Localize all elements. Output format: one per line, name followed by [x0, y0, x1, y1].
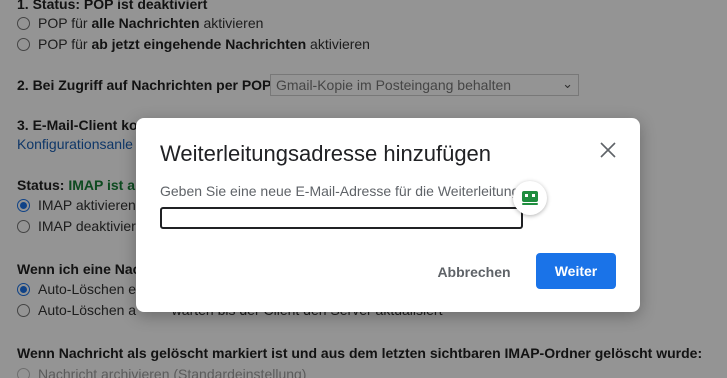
- email-field-label: Geben Sie eine neue E-Mail-Adresse für d…: [160, 183, 543, 199]
- password-manager-icon: [522, 191, 538, 205]
- next-button[interactable]: Weiter: [536, 253, 616, 289]
- dialog-title: Weiterleitungsadresse hinzufügen: [160, 141, 492, 166]
- close-button[interactable]: [596, 138, 620, 162]
- add-forwarding-dialog: Weiterleitungsadresse hinzufügen Geben S…: [136, 118, 640, 312]
- cancel-button[interactable]: Abbrechen: [426, 254, 522, 290]
- forwarding-email-input[interactable]: [160, 207, 523, 229]
- close-icon: [600, 142, 616, 158]
- password-manager-badge[interactable]: [513, 181, 547, 215]
